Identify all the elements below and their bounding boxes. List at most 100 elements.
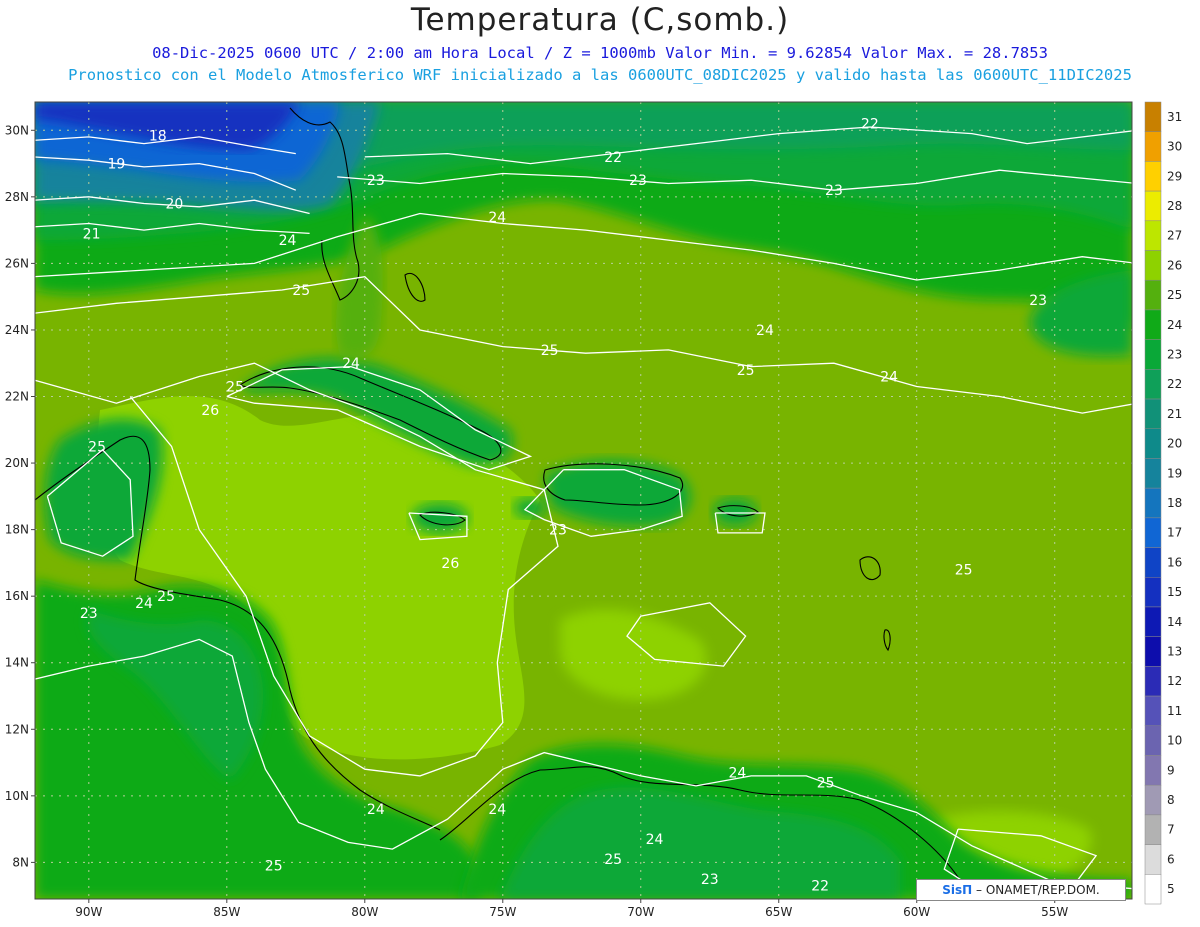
legend-swatch: [1144, 250, 1162, 281]
lon-label: 65W: [765, 905, 792, 919]
lat-label: 30N: [5, 123, 29, 137]
legend-label: 13: [1167, 645, 1182, 659]
legend-swatch: [1144, 279, 1162, 311]
legend-label: 5: [1167, 882, 1175, 896]
contour-label: 25: [292, 283, 310, 299]
contour-label: 25: [604, 852, 622, 868]
legend-swatch: [1144, 161, 1162, 192]
contour-label: 26: [201, 403, 219, 419]
lon-label: 55W: [1041, 905, 1068, 919]
legend-label: 28: [1167, 199, 1182, 213]
lon-label: 70W: [627, 905, 654, 919]
legend-label: 8: [1167, 793, 1175, 807]
legend-swatch: [1144, 666, 1162, 697]
legend-swatch: [1144, 101, 1162, 132]
lon-label: 60W: [903, 905, 930, 919]
contour-label: 25: [265, 859, 283, 875]
contour-label: 24: [367, 802, 385, 818]
contour-label: 23: [549, 523, 567, 539]
legend-swatch: [1144, 428, 1162, 459]
contour-label: 24: [342, 356, 360, 372]
lat-label: 26N: [5, 256, 29, 270]
credit-text: – ONAMET/REP.DOM.: [976, 883, 1100, 897]
contour-label: 25: [157, 589, 175, 605]
contour-label: 24: [756, 323, 774, 339]
legend-swatch: [1144, 814, 1162, 845]
legend-label: 20: [1167, 437, 1182, 451]
legend-label: 26: [1167, 258, 1182, 272]
lat-label: 16N: [5, 589, 29, 603]
legend-swatch: [1144, 220, 1162, 251]
legend-swatch: [1144, 844, 1162, 875]
lat-label: 18N: [5, 523, 29, 537]
contour-label: 24: [880, 370, 898, 386]
legend-label: 22: [1167, 377, 1182, 391]
contour-label: 18: [149, 128, 167, 144]
legend-swatch: [1144, 547, 1162, 578]
contour-label: 24: [488, 802, 506, 818]
legend-label: 14: [1167, 615, 1182, 629]
legend-swatch: [1144, 606, 1162, 637]
legend-swatch: [1144, 725, 1162, 756]
legend-label: 31: [1167, 110, 1182, 124]
contour-label: 23: [1029, 293, 1047, 309]
contour-label: 25: [955, 563, 973, 579]
legend-label: 23: [1167, 347, 1182, 361]
legend-swatch: [1144, 131, 1162, 162]
contour-label: 20: [165, 196, 183, 212]
legend-label: 17: [1167, 526, 1182, 540]
legend-swatch: [1144, 190, 1162, 222]
contour-label: 23: [701, 872, 719, 888]
legend-label: 7: [1167, 823, 1175, 837]
contour-label: 22: [604, 150, 622, 166]
contour-label: 25: [817, 776, 835, 792]
contour-label: 23: [80, 606, 98, 622]
lat-label: 10N: [5, 789, 29, 803]
legend-label: 12: [1167, 674, 1182, 688]
contour-label: 19: [107, 157, 125, 173]
legend-label: 6: [1167, 852, 1175, 866]
contour-label: 24: [728, 766, 746, 782]
contour-label: 25: [88, 439, 106, 455]
legend-swatch: [1144, 487, 1162, 519]
legend-label: 30: [1167, 140, 1182, 154]
legend-swatch: [1144, 458, 1162, 489]
contour-label: 24: [488, 210, 506, 226]
lat-label: 14N: [5, 656, 29, 670]
legend-swatch: [1144, 577, 1162, 608]
legend-label: 16: [1167, 555, 1182, 569]
legend-swatch: [1144, 695, 1162, 727]
contour-label: 23: [825, 183, 843, 199]
contour-label: 24: [135, 596, 153, 612]
contour-label: 25: [541, 343, 559, 359]
legend-swatch: [1144, 398, 1162, 429]
temperature-map: 18 19 20 21 22 22 23 23 23 23 23 23 23 24 24 24 24 24 24 24…: [5, 101, 1182, 919]
lat-label: 22N: [5, 390, 29, 404]
legend-swatch: [1144, 636, 1162, 667]
contour-label: 25: [226, 380, 244, 396]
lat-label: 8N: [12, 855, 29, 869]
legend-label: 25: [1167, 288, 1182, 302]
legend-label: 15: [1167, 585, 1182, 599]
legend-swatch: [1144, 369, 1162, 400]
legend-label: 11: [1167, 704, 1182, 718]
contour-label: 24: [646, 832, 664, 848]
lat-label: 20N: [5, 456, 29, 470]
legend-label: 27: [1167, 229, 1182, 243]
legend-label: 19: [1167, 466, 1182, 480]
contour-label: 23: [367, 173, 385, 189]
contour-label: 22: [861, 117, 879, 133]
legend-label: 21: [1167, 407, 1182, 421]
lon-label: 80W: [351, 905, 378, 919]
contour-label: 25: [737, 363, 755, 379]
lon-label: 90W: [75, 905, 102, 919]
lat-label: 12N: [5, 722, 29, 736]
legend-label: 10: [1167, 734, 1182, 748]
legend-swatch: [1144, 309, 1162, 340]
lat-label: 28N: [5, 190, 29, 204]
legend-swatch: [1144, 339, 1162, 370]
credit-box: SisΠ – ONAMET/REP.DOM.: [916, 879, 1126, 901]
legend-label: 29: [1167, 169, 1182, 183]
legend-label: 9: [1167, 763, 1175, 777]
legend-swatch: [1144, 874, 1162, 905]
